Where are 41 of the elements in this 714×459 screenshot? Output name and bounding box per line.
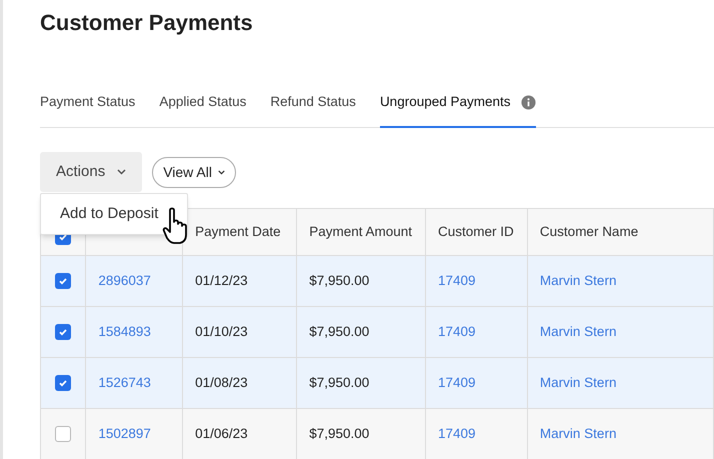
chevron-icon: [218, 170, 225, 174]
table-cell: 01/06/23: [195, 426, 248, 441]
tab[interactable]: Refund Status: [270, 78, 356, 128]
column-header: Payment Date: [195, 224, 281, 239]
table-cell: $7,950.00: [309, 272, 370, 288]
table-link[interactable]: 1584893: [98, 324, 151, 339]
page-title: Customer Payments: [40, 9, 253, 37]
table-link[interactable]: 17409: [438, 324, 476, 339]
checkbox[interactable]: [55, 375, 72, 391]
table-link[interactable]: Marvin Stern: [540, 272, 616, 288]
table-link[interactable]: Marvin Stern: [540, 324, 616, 339]
check-icon: [58, 378, 68, 388]
table-cell: 01/08/23: [195, 374, 248, 390]
info-icon[interactable]: [520, 94, 536, 110]
chevron-icon: [117, 169, 126, 175]
checkbox[interactable]: [55, 273, 72, 289]
column-header: Customer Name: [540, 224, 638, 239]
table-link[interactable]: 1526743: [98, 374, 151, 390]
tab[interactable]: Payment Status: [40, 78, 136, 128]
checkbox[interactable]: [55, 426, 72, 442]
table-link[interactable]: Marvin Stern: [540, 374, 616, 390]
table-cell: $7,950.00: [309, 324, 370, 339]
column-header: Customer ID: [438, 224, 514, 239]
filter-dropdown[interactable]: View All: [152, 156, 236, 188]
actions-button[interactable]: Actions: [40, 152, 142, 192]
column-header: Payment Amount: [309, 224, 412, 239]
checkbox[interactable]: [55, 324, 72, 340]
table-cell: $7,950.00: [309, 374, 370, 390]
table-link[interactable]: 17409: [438, 374, 476, 390]
table-link[interactable]: 2896037: [98, 272, 151, 288]
table-link[interactable]: 17409: [438, 272, 476, 288]
check-icon: [58, 327, 68, 337]
table-link[interactable]: 1502897: [98, 426, 151, 441]
check-icon: [58, 276, 68, 286]
table-link[interactable]: 17409: [438, 426, 476, 441]
table-cell: 01/10/23: [195, 324, 248, 339]
tab[interactable]: Applied Status: [159, 78, 246, 128]
table-link[interactable]: Marvin Stern: [540, 426, 616, 441]
table-cell: $7,950.00: [309, 426, 370, 441]
tab[interactable]: Ungrouped Payments: [380, 78, 536, 128]
table-cell: 01/12/23: [195, 272, 248, 288]
